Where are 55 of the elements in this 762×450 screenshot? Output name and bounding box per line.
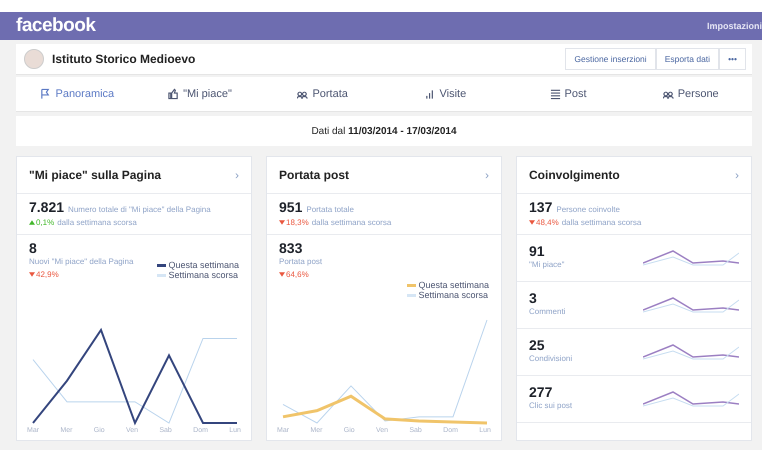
date-range: Dati dal 11/03/2014 - 17/03/2014 xyxy=(311,126,457,136)
stat-value: 277 xyxy=(529,384,552,400)
change-percent: 42,9% xyxy=(36,269,59,280)
stat-value: 8 xyxy=(29,240,37,256)
stat-label: Clic sui post xyxy=(529,401,572,410)
stat-value: 25 xyxy=(529,337,545,353)
stat-value: 91 xyxy=(529,243,545,259)
tab[interactable]: Persone xyxy=(629,77,752,111)
stat-label: Condivisioni xyxy=(529,354,572,363)
stat-label: Nuovi "Mi piace" della Pagina xyxy=(29,257,134,266)
stat-value: 833 xyxy=(279,240,302,256)
change-note: dalla settimana scorsa xyxy=(562,218,642,227)
change-percent: 64,6% xyxy=(286,269,309,280)
stat-value: 951 xyxy=(279,199,302,215)
stat-label: Numero totale di "Mi piace" della Pagina xyxy=(68,205,211,214)
tab[interactable]: Panoramica xyxy=(16,77,139,111)
legend-label: Settimana scorsa xyxy=(418,290,488,300)
settings-link[interactable]: Impostazioni xyxy=(706,21,762,31)
tab[interactable]: Post xyxy=(506,77,630,111)
card-title: Coinvolgimento xyxy=(529,168,620,182)
change-percent: 48,4% xyxy=(536,217,559,228)
flag-icon xyxy=(40,88,52,100)
change-note: dalla settimana scorsa xyxy=(57,218,137,227)
stat-label: Portata totale xyxy=(306,205,354,214)
tab[interactable]: Portata xyxy=(261,77,384,111)
action-button[interactable]: Esporta dati xyxy=(656,48,720,70)
page-avatar xyxy=(24,49,44,69)
change-percent: 18,3% xyxy=(286,217,309,228)
tab[interactable]: Visite xyxy=(384,77,507,111)
change-percent: 0,1% xyxy=(36,217,54,228)
legend-swatch-icon xyxy=(407,284,416,286)
card-title: Portata post xyxy=(279,168,350,182)
logo[interactable]: facebook xyxy=(16,15,96,37)
stat-value: 3 xyxy=(529,290,537,306)
legend-swatch-icon xyxy=(407,294,416,296)
stat-value: 137 xyxy=(529,199,552,215)
more-button[interactable]: ••• xyxy=(719,48,746,70)
page-name: Istituto Storico Medioevo xyxy=(52,52,196,66)
stat-value: 7.821 xyxy=(29,199,64,215)
change-note: dalla settimana scorsa xyxy=(312,218,392,227)
legend-swatch-icon xyxy=(157,274,166,276)
thumbs-up-icon xyxy=(168,88,180,100)
bar-chart-icon xyxy=(424,88,436,100)
stat-label: Portata post xyxy=(279,257,322,266)
legend-label: Questa settimana xyxy=(168,260,239,270)
stat-label: Commenti xyxy=(529,307,566,316)
tab[interactable]: "Mi piace" xyxy=(138,77,262,111)
legend-label: Settimana scorsa xyxy=(168,270,238,280)
stat-label: Persone coinvolte xyxy=(556,205,620,214)
list-icon xyxy=(550,88,561,100)
stat-label: "Mi piace" xyxy=(529,260,564,269)
card-title: "Mi piace" sulla Pagina xyxy=(29,168,162,182)
action-button[interactable]: Gestione inserzioni xyxy=(565,48,656,70)
legend-swatch-icon xyxy=(157,264,166,266)
legend-label: Questa settimana xyxy=(418,280,489,290)
